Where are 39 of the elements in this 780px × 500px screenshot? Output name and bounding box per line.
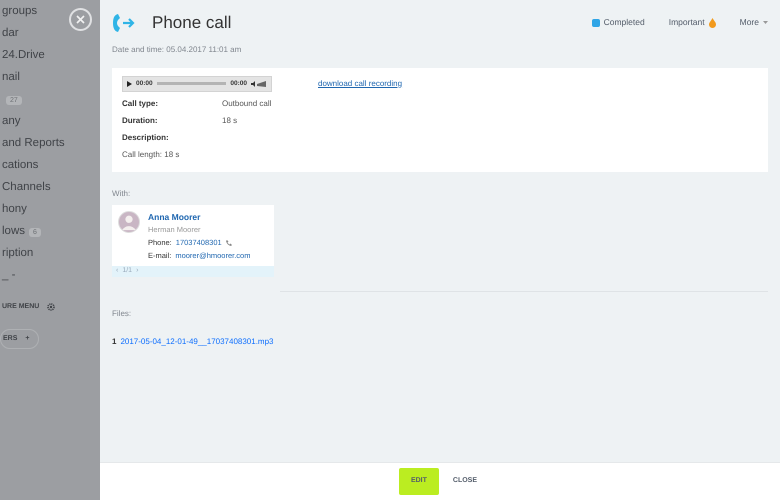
date-label: Date and time: bbox=[112, 44, 164, 54]
sidebar-item[interactable]: ription bbox=[2, 247, 34, 259]
sidebar-item[interactable]: 24.Drive bbox=[2, 49, 45, 61]
sidebar-item[interactable]: dar bbox=[2, 27, 19, 39]
sidebar-item[interactable]: cations bbox=[2, 159, 38, 171]
avatar bbox=[118, 210, 140, 232]
file-link[interactable]: 2017-05-04_12-01-49__17037408301.mp3 bbox=[120, 336, 274, 348]
sidebar-item[interactable]: groups bbox=[2, 5, 38, 17]
volume-icon[interactable] bbox=[251, 80, 267, 88]
page-title: Phone call bbox=[152, 12, 232, 34]
field-label: Description: bbox=[122, 132, 170, 144]
phone-call-icon bbox=[112, 12, 136, 34]
caret-icon bbox=[763, 21, 768, 24]
contact-name[interactable]: Anna Moorer bbox=[148, 210, 250, 224]
sidebar-item[interactable]: lows bbox=[2, 225, 26, 237]
sidebar-item[interactable]: hony bbox=[2, 203, 27, 215]
gear-icon[interactable] bbox=[47, 303, 56, 312]
with-label: With: bbox=[112, 188, 132, 200]
files-label: Files: bbox=[112, 308, 132, 320]
phone-icon[interactable] bbox=[226, 240, 232, 246]
field-label: Call type: bbox=[122, 98, 160, 110]
date-value: 05.04.2017 11:01 am bbox=[166, 44, 242, 54]
sidebar-item[interactable]: any bbox=[2, 115, 21, 127]
sidebar-item[interactable]: Channels bbox=[2, 181, 51, 193]
completed-checkbox[interactable]: Completed bbox=[592, 16, 645, 30]
sidebar-item[interactable]: and Reports bbox=[2, 137, 65, 149]
close-icon[interactable] bbox=[69, 8, 92, 31]
download-link[interactable]: download call recording bbox=[318, 78, 402, 90]
important-button[interactable]: Important bbox=[668, 16, 716, 30]
field-label: Duration: bbox=[122, 115, 159, 127]
call-length: Call length: 18 s bbox=[122, 149, 180, 161]
more-dropdown[interactable]: More bbox=[740, 16, 768, 30]
sidebar-item[interactable]: nail bbox=[2, 71, 20, 83]
play-icon[interactable] bbox=[127, 80, 132, 86]
field-value: Outbound call bbox=[222, 98, 272, 110]
field-value: 18 s bbox=[222, 115, 238, 127]
progress-track[interactable] bbox=[156, 82, 226, 85]
file-number: 1 bbox=[112, 336, 116, 348]
sidebar-item[interactable]: _ - bbox=[2, 269, 16, 281]
